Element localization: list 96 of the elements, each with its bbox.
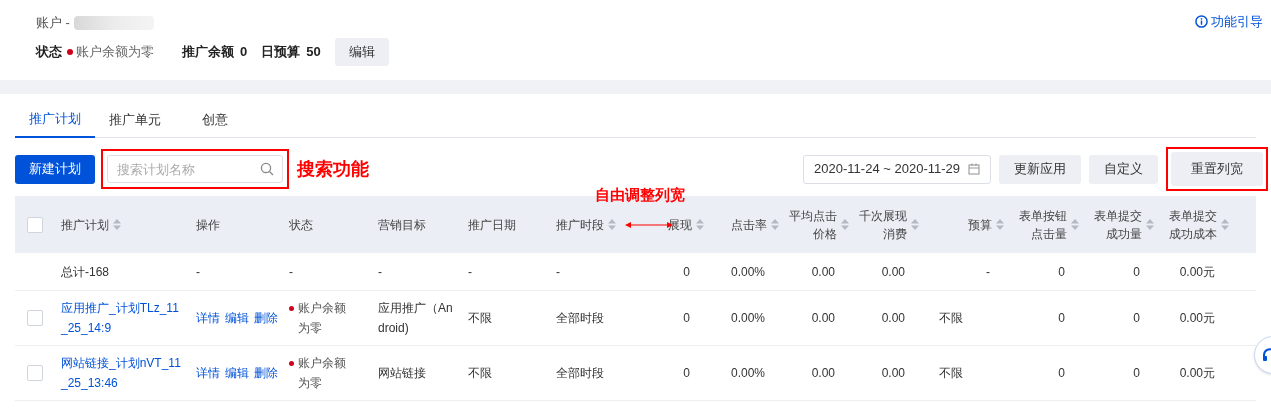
- table-cell: 0.00元: [1179, 366, 1215, 380]
- table-cell: 不限: [939, 366, 963, 380]
- action-link[interactable]: 详情: [196, 364, 220, 382]
- sort-icon[interactable]: [1146, 219, 1154, 230]
- date-range-field[interactable]: 2020-11-24 ~ 2020-11-29: [803, 154, 991, 184]
- table-cell-text: 网站链接: [378, 365, 427, 382]
- sort-icon[interactable]: [911, 219, 919, 230]
- column-header[interactable]: 状态: [289, 215, 313, 234]
- sort-icon[interactable]: [771, 219, 779, 230]
- table-cell: 0: [683, 366, 690, 380]
- table-cell: -: [289, 264, 293, 279]
- table-cell: 0: [1133, 366, 1140, 380]
- info-icon: [1195, 15, 1208, 29]
- column-header[interactable]: 点击率: [731, 215, 767, 234]
- metric-label: 推广余额: [182, 42, 234, 61]
- search-field[interactable]: 搜索计划名称: [107, 155, 283, 183]
- table-cell: -: [378, 264, 382, 279]
- table-cell: 0: [1058, 311, 1065, 325]
- toolbar-button[interactable]: 自定义: [1089, 154, 1158, 184]
- table-cell: 0.00: [811, 264, 835, 279]
- checkbox[interactable]: [27, 365, 43, 381]
- table-cell: 0.00元: [1179, 311, 1215, 325]
- table-cell: 0: [683, 311, 690, 325]
- column-header[interactable]: 预算: [968, 215, 992, 234]
- table-cell: 不限: [468, 311, 492, 325]
- sort-icon[interactable]: [996, 219, 1004, 230]
- action-link[interactable]: 删除: [254, 364, 278, 382]
- table-cell: 0.00元: [1179, 264, 1215, 279]
- table-cell: -: [196, 264, 200, 279]
- table-cell-text: 应用推广（Android): [378, 300, 454, 337]
- search-icon[interactable]: [260, 162, 274, 176]
- guide-link[interactable]: 功能引导: [1195, 12, 1263, 32]
- sort-icon[interactable]: [1221, 219, 1229, 230]
- annotation-label: 搜索功能: [297, 157, 369, 181]
- column-header[interactable]: 平均点击 价格: [789, 206, 837, 243]
- action-link[interactable]: 编辑: [225, 364, 249, 382]
- column-header[interactable]: 千次展现 消费: [859, 206, 907, 243]
- action-link[interactable]: 编辑: [225, 309, 249, 327]
- status-text: 账户余额为零: [298, 355, 346, 392]
- column-header[interactable]: 表单按钮 点击量: [1019, 206, 1067, 243]
- table-cell: 全部时段: [556, 366, 604, 380]
- sort-icon[interactable]: [1071, 219, 1079, 230]
- sort-icon[interactable]: [841, 219, 849, 230]
- table-cell: 总计-168: [61, 264, 110, 279]
- calendar-icon: [968, 163, 980, 175]
- table-cell: 0: [683, 264, 690, 279]
- table-cell: 0.00: [881, 311, 905, 325]
- metric-value: 0: [240, 42, 248, 61]
- checkbox[interactable]: [27, 310, 43, 326]
- table-cell: 不限: [939, 311, 963, 325]
- tab[interactable]: 推广单元: [95, 102, 175, 138]
- column-header[interactable]: 操作: [196, 215, 220, 234]
- table-cell: -: [556, 264, 560, 279]
- status-text: 账户余额为零: [76, 42, 154, 61]
- column-header[interactable]: 表单提交 成功量: [1094, 206, 1142, 243]
- sort-icon[interactable]: [696, 219, 704, 230]
- tab[interactable]: 推广计划: [15, 102, 95, 138]
- column-header[interactable]: 推广计划: [61, 215, 109, 234]
- table-cell: -: [986, 264, 990, 279]
- status-text: 账户余额为零: [298, 300, 346, 337]
- metric-label: 日预算: [261, 42, 301, 61]
- plan-name-link[interactable]: 应用推广_计划TLz_11_25_14:9: [61, 298, 183, 338]
- table-cell: 0: [1058, 366, 1065, 380]
- edit-button[interactable]: 编辑: [334, 37, 389, 66]
- table-cell: 0.00%: [730, 264, 765, 279]
- table-cell: 0.00%: [730, 366, 765, 380]
- table-cell: 不限: [468, 366, 492, 380]
- plan-name-link[interactable]: 网站链接_计划nVT_11_25_13:46: [61, 353, 183, 393]
- toolbar-button[interactable]: 重置列宽: [1171, 152, 1263, 186]
- headset-icon: [1263, 348, 1271, 362]
- action-link[interactable]: 详情: [196, 309, 220, 327]
- tab[interactable]: 创意: [175, 102, 255, 138]
- table-cell: 0.00: [811, 311, 835, 325]
- action-link[interactable]: 删除: [254, 309, 278, 327]
- checkbox[interactable]: [27, 216, 43, 233]
- annotation-label: 自由调整列宽: [595, 185, 685, 205]
- column-header[interactable]: 表单提交 成功成本: [1169, 206, 1217, 243]
- table-cell: 0.00: [881, 366, 905, 380]
- column-header[interactable]: 营销目标: [378, 215, 426, 234]
- metric-value: 50: [306, 42, 321, 61]
- new-plan-button[interactable]: 新建计划: [15, 154, 95, 184]
- column-header[interactable]: 推广日期: [468, 215, 516, 234]
- table-cell: 0: [1133, 311, 1140, 325]
- account-label: 账户 -: [36, 14, 70, 32]
- table-cell: 0: [1058, 264, 1065, 279]
- sort-icon[interactable]: [113, 219, 121, 230]
- table-cell: 全部时段: [556, 311, 604, 325]
- table-cell: 0: [1133, 264, 1140, 279]
- table-cell: -: [468, 264, 472, 279]
- table-cell: 0.00%: [730, 311, 765, 325]
- table-cell: 0.00: [811, 366, 835, 380]
- table-cell: 0.00: [881, 264, 905, 279]
- column-header[interactable]: 推广时段: [556, 215, 604, 234]
- status-label: 状态: [36, 42, 62, 61]
- toolbar-button[interactable]: 更新应用: [999, 154, 1081, 184]
- sort-icon[interactable]: [608, 219, 616, 230]
